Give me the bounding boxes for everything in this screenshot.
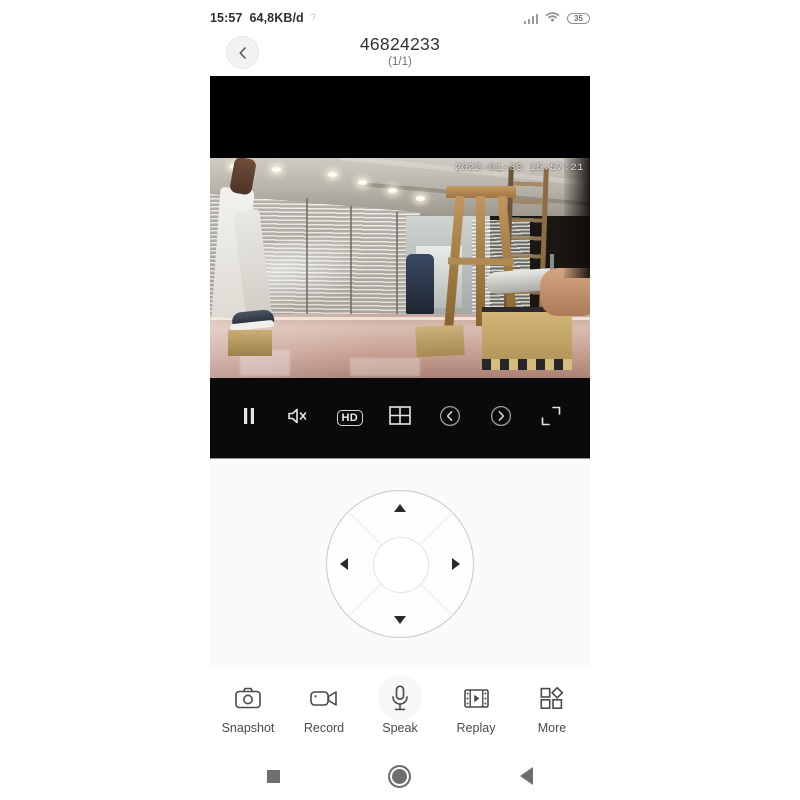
- square-icon: [266, 769, 280, 783]
- android-nav-bar: [210, 755, 590, 797]
- speak-label: Speak: [382, 721, 418, 735]
- video-player[interactable]: 2022-01-30 15:57:21 HD: [210, 76, 590, 458]
- scene-ceiling-light: [358, 180, 367, 185]
- fullscreen-icon: [541, 406, 561, 431]
- page-subtitle: (1/1): [388, 56, 412, 68]
- scene-ceiling-light: [272, 167, 281, 172]
- ptz-left-button[interactable]: [340, 558, 348, 570]
- scene-distant-person: [406, 254, 434, 314]
- home-button[interactable]: [376, 761, 424, 791]
- camera-scene: 2022-01-30 15:57:21: [210, 158, 590, 378]
- scene-dark-vignette: [564, 158, 590, 278]
- status-network-speed: 64,8KB/d: [249, 11, 304, 25]
- title-block: 46824233 (1/1): [210, 33, 590, 70]
- more-grid-icon: [530, 676, 574, 720]
- microphone-icon: [378, 676, 422, 720]
- ptz-center-button[interactable]: [373, 537, 429, 593]
- recents-button[interactable]: [249, 761, 297, 791]
- snapshot-label: Snapshot: [221, 721, 275, 735]
- hd-badge-icon: HD: [336, 410, 363, 426]
- wifi-icon: [545, 9, 560, 27]
- app-screen: 15:57 64,8KB/d ? 35 46824233 (1/1) 2022-…: [0, 0, 800, 800]
- scene-stool-rail: [447, 257, 515, 266]
- ptz-right-button[interactable]: [452, 558, 460, 570]
- cellular-signal-icon: [523, 13, 538, 24]
- ptz-panel: [210, 458, 590, 669]
- status-bar: 15:57 64,8KB/d ? 35: [210, 6, 590, 30]
- scene-stool: [444, 186, 518, 327]
- more-label: More: [537, 721, 567, 735]
- triangle-left-icon: [520, 767, 534, 785]
- ptz-down-button[interactable]: [394, 616, 406, 624]
- split-screen-button[interactable]: [383, 401, 417, 435]
- video-timestamp: 2022-01-30 15:57:21: [454, 162, 584, 174]
- film-play-icon: [454, 676, 498, 720]
- previous-button[interactable]: [433, 401, 467, 435]
- speak-button[interactable]: Speak: [368, 676, 432, 735]
- scene-ceiling-light: [416, 196, 425, 201]
- chevron-left-circle-icon: [439, 405, 461, 432]
- camcorder-icon: [302, 676, 346, 720]
- replay-button[interactable]: Replay: [444, 676, 508, 735]
- speaker-mute-icon: [287, 406, 311, 431]
- page-title: 46824233: [359, 34, 441, 54]
- scene-box: [482, 307, 572, 370]
- next-button[interactable]: [484, 401, 518, 435]
- action-bar: Snapshot Record Speak Replay More: [210, 668, 590, 750]
- battery-indicator: 35: [567, 12, 590, 24]
- status-bar-left: 15:57 64,8KB/d ?: [210, 11, 316, 25]
- scene-floor-glint: [350, 358, 420, 376]
- back-nav-button[interactable]: [503, 761, 551, 791]
- grid-four-icon: [389, 406, 411, 430]
- pause-button[interactable]: [232, 401, 266, 435]
- scene-box: [415, 324, 465, 358]
- video-control-bar: HD: [210, 378, 590, 458]
- record-button[interactable]: Record: [292, 676, 356, 735]
- ptz-up-button[interactable]: [394, 504, 406, 512]
- video-frame: 2022-01-30 15:57:21: [210, 158, 590, 378]
- status-time: 15:57: [210, 11, 243, 25]
- battery-level: 35: [574, 13, 583, 23]
- ptz-control[interactable]: [326, 490, 474, 638]
- status-bar-right: 35: [523, 9, 590, 27]
- chevron-right-circle-icon: [490, 405, 512, 432]
- app-header: 46824233 (1/1): [210, 32, 590, 76]
- mute-button[interactable]: [282, 401, 316, 435]
- scene-box: [228, 330, 272, 356]
- more-button[interactable]: More: [520, 676, 584, 735]
- snapshot-button[interactable]: Snapshot: [216, 676, 280, 735]
- scene-ceiling-light: [388, 188, 397, 193]
- unknown-indicator-icon: ?: [310, 12, 316, 22]
- replay-label: Replay: [456, 721, 496, 735]
- scene-ceiling-light: [328, 172, 337, 177]
- circle-icon: [388, 764, 412, 788]
- record-label: Record: [303, 721, 345, 735]
- pause-icon: [241, 407, 257, 430]
- quality-button[interactable]: HD: [333, 401, 367, 435]
- camera-icon: [226, 676, 270, 720]
- fullscreen-button[interactable]: [534, 401, 568, 435]
